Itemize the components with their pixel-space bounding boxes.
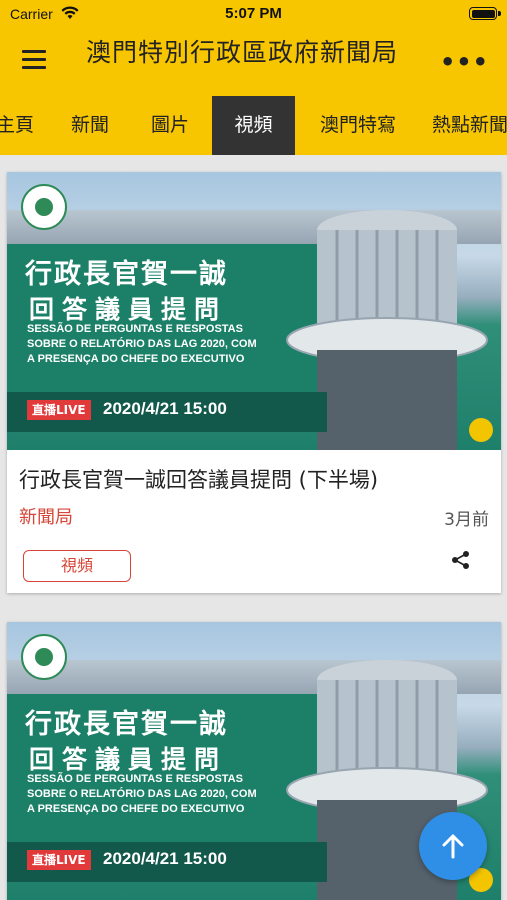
macau-emblem-icon xyxy=(21,184,67,230)
thumbnail-datetime: 2020/4/21 15:00 xyxy=(103,399,227,418)
share-icon[interactable] xyxy=(451,550,471,570)
status-time: 5:07 PM xyxy=(225,5,282,22)
sound-icon xyxy=(469,418,493,442)
video-source: 新聞局 xyxy=(19,507,73,528)
thumbnail-subtitle: SESSÃO DE PERGUNTAS E RESPOSTAS SOBRE O … xyxy=(27,323,257,365)
live-badge: 直播LIVE xyxy=(27,850,91,870)
page-title: 澳門特別行政區政府新聞局 xyxy=(86,38,399,67)
video-title[interactable]: 行政長官賀一誠回答議員提問 (下半場) xyxy=(19,464,378,494)
arrow-up-icon xyxy=(442,834,464,859)
tab-macau-feature[interactable]: 澳門特寫 xyxy=(310,96,406,155)
battery-icon xyxy=(469,7,497,20)
tab-photos[interactable]: 圖片 xyxy=(138,96,202,155)
thumbnail-title-line1: 行政長官賀一誠 xyxy=(25,259,228,290)
video-thumbnail[interactable]: 行政長官賀一誠 回答議員提問 SESSÃO DE PERGUNTAS E RES… xyxy=(7,172,501,450)
video-card[interactable]: 行政長官賀一誠 回答議員提問 SESSÃO DE PERGUNTAS E RES… xyxy=(7,172,501,593)
tab-videos[interactable]: 視頻 xyxy=(212,96,295,155)
thumbnail-title-line1: 行政長官賀一誠 xyxy=(25,709,228,740)
more-icon[interactable]: ••• xyxy=(440,48,489,76)
thumbnail-title-line2: 回答議員提問 xyxy=(29,745,228,774)
thumbnail-subtitle: SESSÃO DE PERGUNTAS E RESPOSTAS SOBRE O … xyxy=(27,773,257,815)
tab-hot-news[interactable]: 熱點新聞 xyxy=(432,96,507,155)
thumbnail-title-line2: 回答議員提問 xyxy=(29,295,228,324)
menu-icon[interactable] xyxy=(22,50,48,70)
video-time-ago: 3月前 xyxy=(444,510,489,530)
status-bar: Carrier 5:07 PM xyxy=(0,0,507,28)
video-tag-button[interactable]: 視頻 xyxy=(23,550,131,582)
macau-emblem-icon xyxy=(21,634,67,680)
tab-home[interactable]: 主頁 xyxy=(0,96,44,155)
tab-news[interactable]: 新聞 xyxy=(58,96,122,155)
app-header: Carrier 5:07 PM 澳門特別行政區政府新聞局 ••• 主頁 新聞 圖… xyxy=(0,0,507,155)
battery-tip xyxy=(498,11,501,16)
scroll-to-top-button[interactable] xyxy=(419,812,487,880)
thumbnail-datetime: 2020/4/21 15:00 xyxy=(103,849,227,868)
live-badge: 直播LIVE xyxy=(27,400,91,420)
